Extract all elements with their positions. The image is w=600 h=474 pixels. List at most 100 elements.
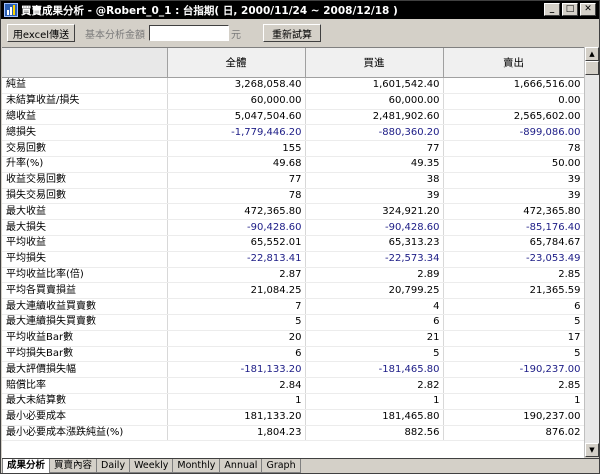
- cell-all: -181,133.20: [167, 361, 306, 379]
- title-bar[interactable]: 買賣成果分析 - @Robert_0_1 : 台指期( 日, 2000/11/2…: [1, 1, 599, 19]
- table-row[interactable]: 最小必要成本漲跌純益(%) 1,804.23 882.56 876.02: [2, 425, 584, 442]
- table-row[interactable]: 純益 3,268,058.40 1,601,542.40 1,666,516.00: [2, 77, 584, 94]
- header-sell[interactable]: 賣出: [443, 48, 584, 78]
- table-row[interactable]: 總損失 -1,779,446.20 -880,360.20 -899,086.00: [2, 124, 584, 142]
- vertical-scrollbar[interactable]: ▲ ▼: [584, 47, 599, 457]
- cell-sell: 1,666,516.00: [443, 77, 584, 94]
- cell-buy: 60,000.00: [305, 93, 444, 110]
- analysis-window: 買賣成果分析 - @Robert_0_1 : 台指期( 日, 2000/11/2…: [0, 0, 600, 474]
- row-label: 升率(%): [2, 156, 168, 173]
- minimize-button[interactable]: _: [544, 3, 560, 16]
- cell-sell: 472,365.80: [443, 203, 584, 221]
- scroll-down-icon[interactable]: ▼: [585, 443, 599, 457]
- recalculate-button[interactable]: 重新試算: [263, 24, 321, 42]
- tab-0[interactable]: 成果分析: [2, 459, 51, 473]
- row-label: 平均損失Bar數: [2, 346, 168, 363]
- header-corner: [2, 48, 168, 78]
- row-label: 最小必要成本漲跌純益(%): [2, 425, 168, 442]
- cell-all: 60,000.00: [167, 93, 306, 110]
- table-row[interactable]: 總收益 5,047,504.60 2,481,902.60 2,565,602.00: [2, 109, 584, 126]
- table-row[interactable]: 平均收益比率(倍) 2.87 2.89 2.85: [2, 267, 584, 284]
- results-grid[interactable]: 全體 買進 賣出 純益 3,268,058.40 1,601,542.40 1,666…: [2, 47, 584, 458]
- tab-5[interactable]: Annual: [219, 459, 263, 473]
- header-row: 全體 買進 賣出: [2, 48, 584, 78]
- cell-sell: 0.00: [443, 93, 584, 110]
- amount-label: 基本分析金額: [85, 29, 145, 41]
- table-row[interactable]: 最小必要成本 181,133.20 181,465.80 190,237.00: [2, 409, 584, 426]
- row-label: 收益交易回數: [2, 172, 168, 189]
- tab-3[interactable]: Weekly: [129, 459, 174, 473]
- row-label: 純益: [2, 77, 168, 94]
- cell-all: -90,428.60: [167, 219, 306, 236]
- row-label: 最大未結算數: [2, 393, 168, 410]
- row-label: 平均收益: [2, 235, 168, 252]
- table-row[interactable]: 最大連續收益買賣數 7 4 6: [2, 298, 584, 315]
- table-row[interactable]: 升率(%) 49.68 49.35 50.00: [2, 156, 584, 173]
- table-row[interactable]: 最大損失 -90,428.60 -90,428.60 -85,176.40: [2, 219, 584, 236]
- scroll-up-icon[interactable]: ▲: [585, 47, 599, 61]
- cell-buy: 1: [305, 393, 444, 410]
- cell-buy: 65,313.23: [305, 235, 444, 252]
- cell-all: 155: [167, 140, 306, 157]
- row-label: 平均損失: [2, 251, 168, 268]
- cell-buy: 2,481,902.60: [305, 109, 444, 126]
- table-row[interactable]: 未結算收益/損失 60,000.00 60,000.00 0.00: [2, 93, 584, 110]
- amount-input[interactable]: [149, 25, 229, 41]
- results-table: 全體 買進 賣出 純益 3,268,058.40 1,601,542.40 1,666…: [2, 48, 584, 442]
- cell-sell: 17: [443, 330, 584, 347]
- tab-2[interactable]: Daily: [96, 459, 131, 473]
- cell-sell: 2.85: [443, 267, 584, 284]
- cell-all: 20: [167, 330, 306, 347]
- row-label: 最大連續損失買賣數: [2, 314, 168, 331]
- toolbar: 用excel傳送 基本分析金額 元 重新試算: [1, 20, 599, 46]
- cell-all: 1: [167, 393, 306, 410]
- close-button[interactable]: ✕: [580, 3, 596, 16]
- tab-6[interactable]: Graph: [261, 459, 301, 473]
- cell-buy: 2.89: [305, 267, 444, 284]
- table-row[interactable]: 收益交易回數 77 38 39: [2, 172, 584, 189]
- table-row[interactable]: 賠償比率 2.84 2.82 2.85: [2, 377, 584, 394]
- cell-all: 6: [167, 346, 306, 363]
- header-buy[interactable]: 買進: [305, 48, 444, 78]
- excel-export-button[interactable]: 用excel傳送: [7, 24, 75, 42]
- cell-all: -22,813.41: [167, 251, 306, 268]
- cell-sell: 65,784.67: [443, 235, 584, 252]
- tab-1[interactable]: 買賣內容: [49, 459, 98, 473]
- table-row[interactable]: 最大評價損失幅 -181,133.20 -181,465.80 -190,237.00: [2, 361, 584, 379]
- cell-buy: 20,799.25: [305, 282, 444, 300]
- cell-all: 472,365.80: [167, 203, 306, 221]
- row-label: 損失交易回數: [2, 188, 168, 205]
- table-row[interactable]: 交易回數 155 77 78: [2, 140, 584, 157]
- table-row[interactable]: 平均收益 65,552.01 65,313.23 65,784.67: [2, 235, 584, 252]
- scroll-thumb[interactable]: [585, 61, 599, 75]
- tab-4[interactable]: Monthly: [172, 459, 221, 473]
- table-row[interactable]: 平均損失Bar數 6 5 5: [2, 346, 584, 363]
- cell-sell: -190,237.00: [443, 361, 584, 379]
- cell-all: 78: [167, 188, 306, 205]
- table-row[interactable]: 平均損失 -22,813.41 -22,573.34 -23,053.49: [2, 251, 584, 268]
- table-row[interactable]: 最大連續損失買賣數 5 6 5: [2, 314, 584, 331]
- maximize-button[interactable]: □: [562, 3, 578, 16]
- row-label: 未結算收益/損失: [2, 93, 168, 110]
- cell-buy: 21: [305, 330, 444, 347]
- row-label: 平均各買賣損益: [2, 282, 168, 300]
- cell-sell: 6: [443, 298, 584, 315]
- cell-all: 77: [167, 172, 306, 189]
- table-row[interactable]: 最大未結算數 1 1 1: [2, 393, 584, 410]
- cell-sell: 5: [443, 314, 584, 331]
- cell-sell: -85,176.40: [443, 219, 584, 236]
- cell-buy: 77: [305, 140, 444, 157]
- cell-buy: 5: [305, 346, 444, 363]
- row-label: 最大評價損失幅: [2, 361, 168, 379]
- table-row[interactable]: 平均各買賣損益 21,084.25 20,799.25 21,365.59: [2, 282, 584, 300]
- window-title-detail: - @Robert_0_1 : 台指期( 日, 2000/11/24 ~ 200…: [84, 4, 398, 17]
- table-row[interactable]: 最大收益 472,365.80 324,921.20 472,365.80: [2, 203, 584, 221]
- cell-all: 65,552.01: [167, 235, 306, 252]
- table-row[interactable]: 損失交易回數 78 39 39: [2, 188, 584, 205]
- header-all[interactable]: 全體: [167, 48, 306, 78]
- cell-buy: 1,601,542.40: [305, 77, 444, 94]
- cell-sell: 190,237.00: [443, 409, 584, 426]
- cell-all: -1,779,446.20: [167, 124, 306, 142]
- table-row[interactable]: 平均收益Bar數 20 21 17: [2, 330, 584, 347]
- cell-all: 181,133.20: [167, 409, 306, 426]
